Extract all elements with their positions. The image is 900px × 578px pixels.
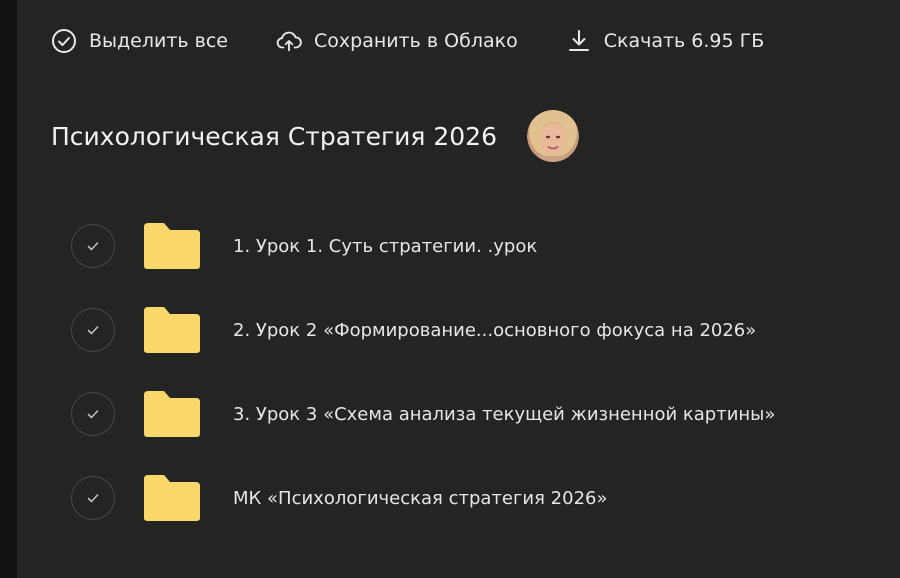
save-to-cloud-button[interactable]: Сохранить в Облако [276,28,518,54]
title-row: Психологическая Стратегия 2026 [51,108,579,164]
download-button[interactable]: Скачать 6.95 ГБ [566,28,765,54]
list-item[interactable]: 2. Урок 2 «Формирование...основного фоку… [71,302,871,358]
toolbar: Выделить все Сохранить в Облако Скачать … [51,26,764,56]
item-label: 3. Урок 3 «Схема анализа текущей жизненн… [233,403,776,425]
save-to-cloud-label: Сохранить в Облако [314,30,518,52]
item-label: 1. Урок 1. Суть стратегии. .урок [233,235,538,257]
check-icon [87,410,99,419]
download-icon [566,28,592,54]
item-checkbox[interactable] [71,308,115,352]
check-icon [87,494,99,503]
select-all-button[interactable]: Выделить все [51,28,228,54]
avatar [526,110,579,162]
download-label: Скачать 6.95 ГБ [603,30,765,52]
list-item[interactable]: МК «Психологическая стратегия 2026» [71,470,871,526]
item-checkbox[interactable] [71,476,115,520]
folder-icon [144,475,200,521]
folder-icon [144,223,200,269]
check-icon [87,326,99,335]
item-label: МК «Психологическая стратегия 2026» [233,487,608,509]
folder-icon [144,391,200,437]
cloud-upload-icon [276,28,302,54]
check-icon [87,242,99,251]
item-checkbox[interactable] [71,224,115,268]
folder-icon [144,307,200,353]
list-item[interactable]: 3. Урок 3 «Схема анализа текущей жизненн… [71,386,871,442]
select-all-label: Выделить все [89,30,228,52]
item-checkbox[interactable] [71,392,115,436]
item-label: 2. Урок 2 «Формирование...основного фоку… [233,319,757,341]
page-title: Психологическая Стратегия 2026 [51,121,497,151]
list-item[interactable]: 1. Урок 1. Суть стратегии. .урок [71,218,871,274]
check-circle-icon [51,28,77,54]
